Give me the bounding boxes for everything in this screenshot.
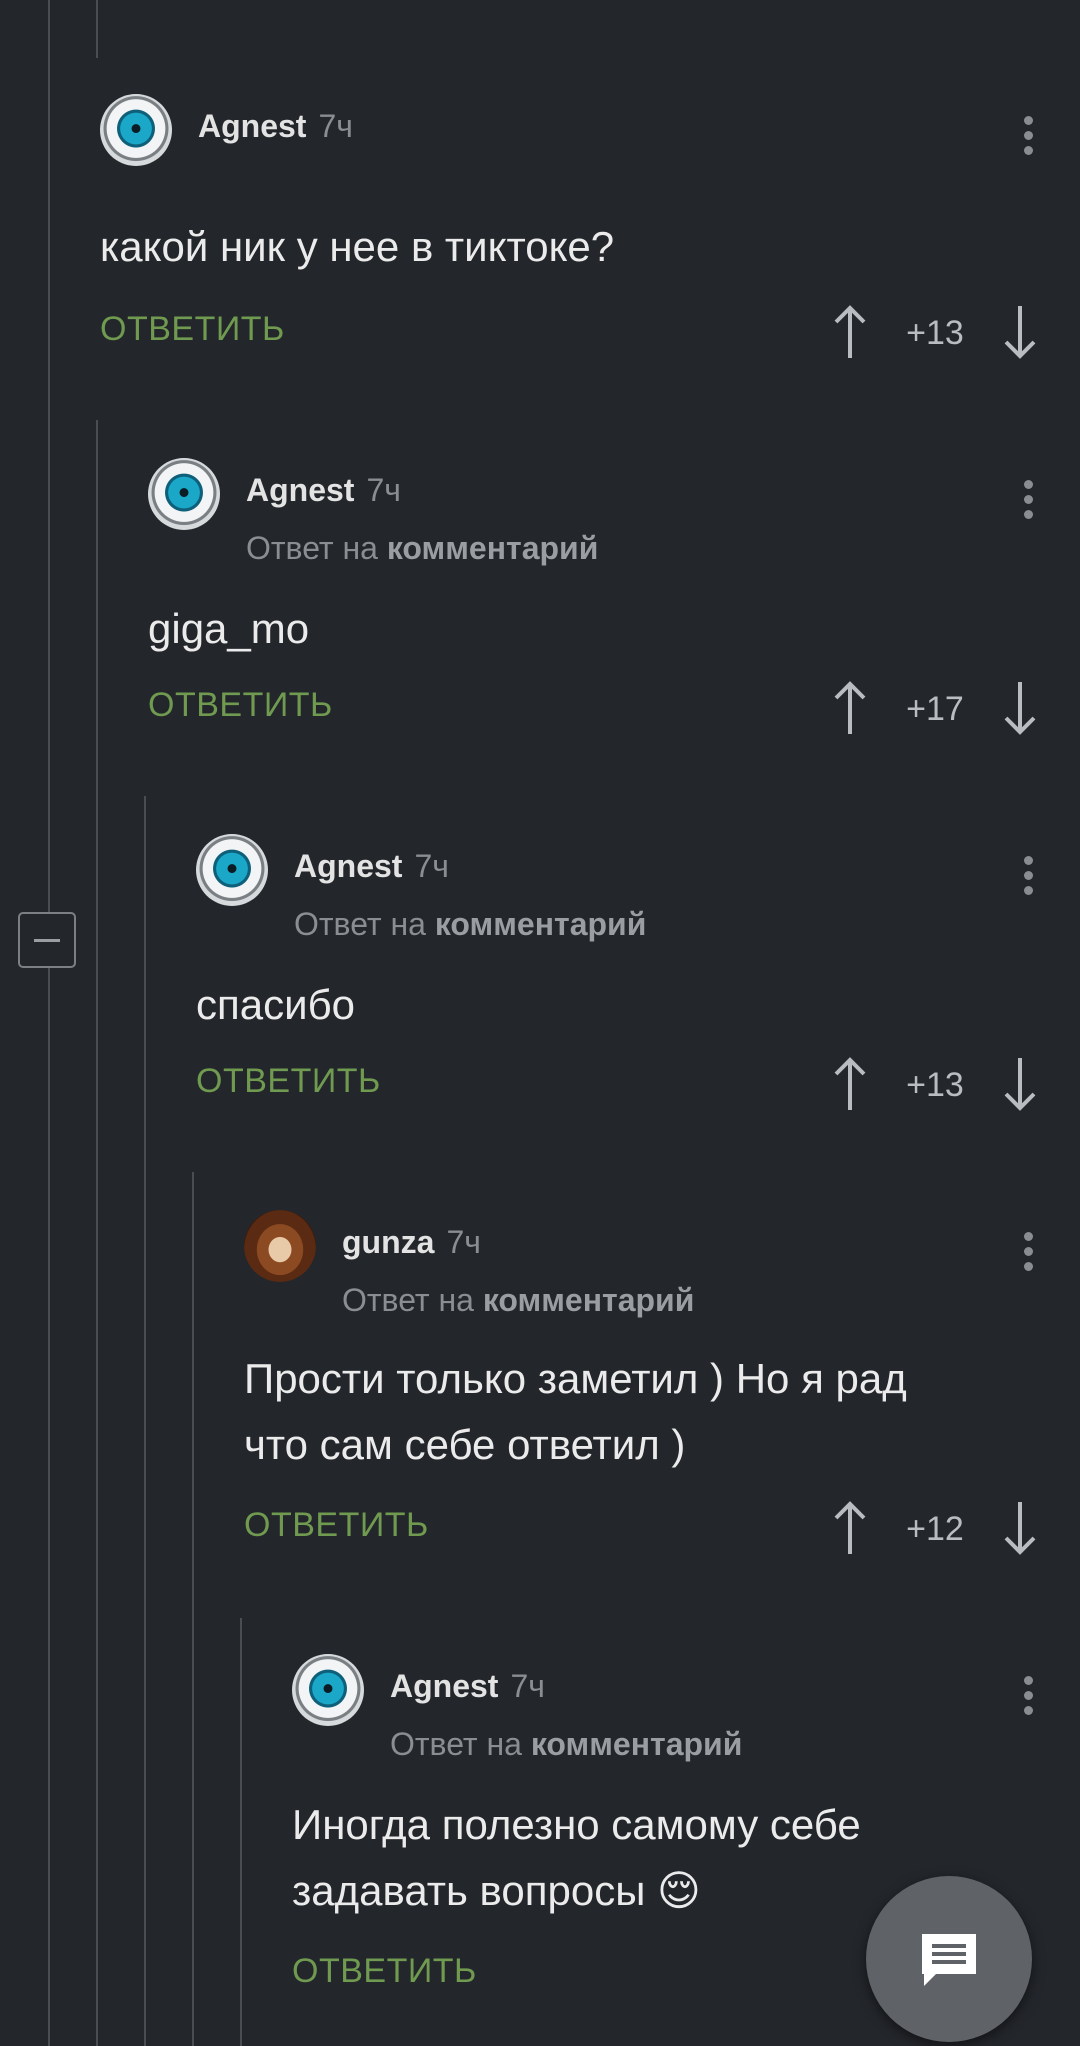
reply-button[interactable]: ОТВЕТИТЬ <box>100 310 285 349</box>
reply-button[interactable]: ОТВЕТИТЬ <box>196 1062 381 1101</box>
monkey-avatar[interactable] <box>244 1210 316 1282</box>
arrow-up-icon[interactable] <box>830 304 870 360</box>
more-vert-icon[interactable] <box>1024 1676 1034 1720</box>
reply-button[interactable]: ОТВЕТИТЬ <box>148 686 333 725</box>
score: +13 <box>906 1066 964 1104</box>
comment-author[interactable]: Agnest 7ч <box>246 472 401 509</box>
arrow-down-icon[interactable] <box>1000 680 1040 736</box>
score: +13 <box>906 314 964 352</box>
arrow-up-icon[interactable] <box>830 680 870 736</box>
thread-line <box>240 1618 242 2046</box>
score: +17 <box>906 690 964 728</box>
arrow-up-icon[interactable] <box>830 1500 870 1556</box>
comment-text: giga_mo <box>148 605 310 652</box>
comment-author[interactable]: Agnest 7ч <box>198 108 353 145</box>
comment-time: 7ч <box>510 1668 545 1704</box>
comment-time: 7ч <box>414 848 449 884</box>
comment-text: какой ник у нее в тиктоке? <box>100 223 615 270</box>
more-vert-icon[interactable] <box>1024 116 1034 160</box>
comment-time: 7ч <box>318 108 353 144</box>
comment-author[interactable]: gunza 7ч <box>342 1224 481 1261</box>
comment: Agnest 7ч Ответ на комментарий спасибо ОТ… <box>196 834 1080 1134</box>
score: +12 <box>906 1510 964 1548</box>
comment-text: спасибо <box>196 981 355 1028</box>
more-vert-icon[interactable] <box>1024 856 1034 900</box>
eye-avatar[interactable] <box>196 834 268 906</box>
vote-controls: +13 <box>830 304 1040 360</box>
add-comment-button[interactable] <box>866 1876 1032 2042</box>
thread-line <box>144 796 146 2046</box>
eye-avatar[interactable] <box>100 94 172 166</box>
arrow-down-icon[interactable] <box>1000 304 1040 360</box>
comment-time: 7ч <box>446 1224 481 1260</box>
arrow-up-icon[interactable] <box>830 1056 870 1112</box>
vote-controls: +17 <box>830 680 1040 736</box>
reply-to-link[interactable]: Ответ на комментарий <box>390 1726 742 1763</box>
arrow-down-icon[interactable] <box>1000 1056 1040 1112</box>
eye-avatar[interactable] <box>292 1654 364 1726</box>
reply-to-link[interactable]: Ответ на комментарий <box>342 1282 694 1319</box>
comment-author[interactable]: Agnest 7ч <box>390 1668 545 1705</box>
vote-controls: +13 <box>830 1056 1040 1112</box>
eye-avatar[interactable] <box>148 458 220 530</box>
more-vert-icon[interactable] <box>1024 1232 1034 1276</box>
reply-button[interactable]: ОТВЕТИТЬ <box>244 1506 429 1545</box>
thread-line <box>48 0 50 912</box>
more-vert-icon[interactable] <box>1024 480 1034 524</box>
thread-line <box>48 968 50 2046</box>
arrow-down-icon[interactable] <box>1000 1500 1040 1556</box>
reply-to-link[interactable]: Ответ на комментарий <box>294 906 646 943</box>
reply-to-link[interactable]: Ответ на комментарий <box>246 530 598 567</box>
comment: Agnest 7ч какой ник у нее в тиктоке? ОТВЕ… <box>100 94 1080 374</box>
comment-author[interactable]: Agnest 7ч <box>294 848 449 885</box>
comment-text: Иногда полезно самому себе задавать вопр… <box>292 1801 861 1914</box>
thread-line <box>96 420 98 2046</box>
comment: Agnest 7ч Ответ на комментарий giga_mo ОТ… <box>148 458 1080 758</box>
comment: gunza 7ч Ответ на комментарий Прости толь… <box>244 1210 1080 1570</box>
vote-controls: +12 <box>830 1500 1040 1556</box>
thread-line <box>192 1172 194 2046</box>
comment-text: Прости только заметил ) Но я рад что сам… <box>244 1355 907 1468</box>
collapse-thread-minus-icon[interactable] <box>18 912 76 968</box>
comment-time: 7ч <box>366 472 401 508</box>
reply-button[interactable]: ОТВЕТИТЬ <box>292 1952 477 1991</box>
comment-icon <box>922 1934 976 1986</box>
thread-line <box>96 0 98 58</box>
